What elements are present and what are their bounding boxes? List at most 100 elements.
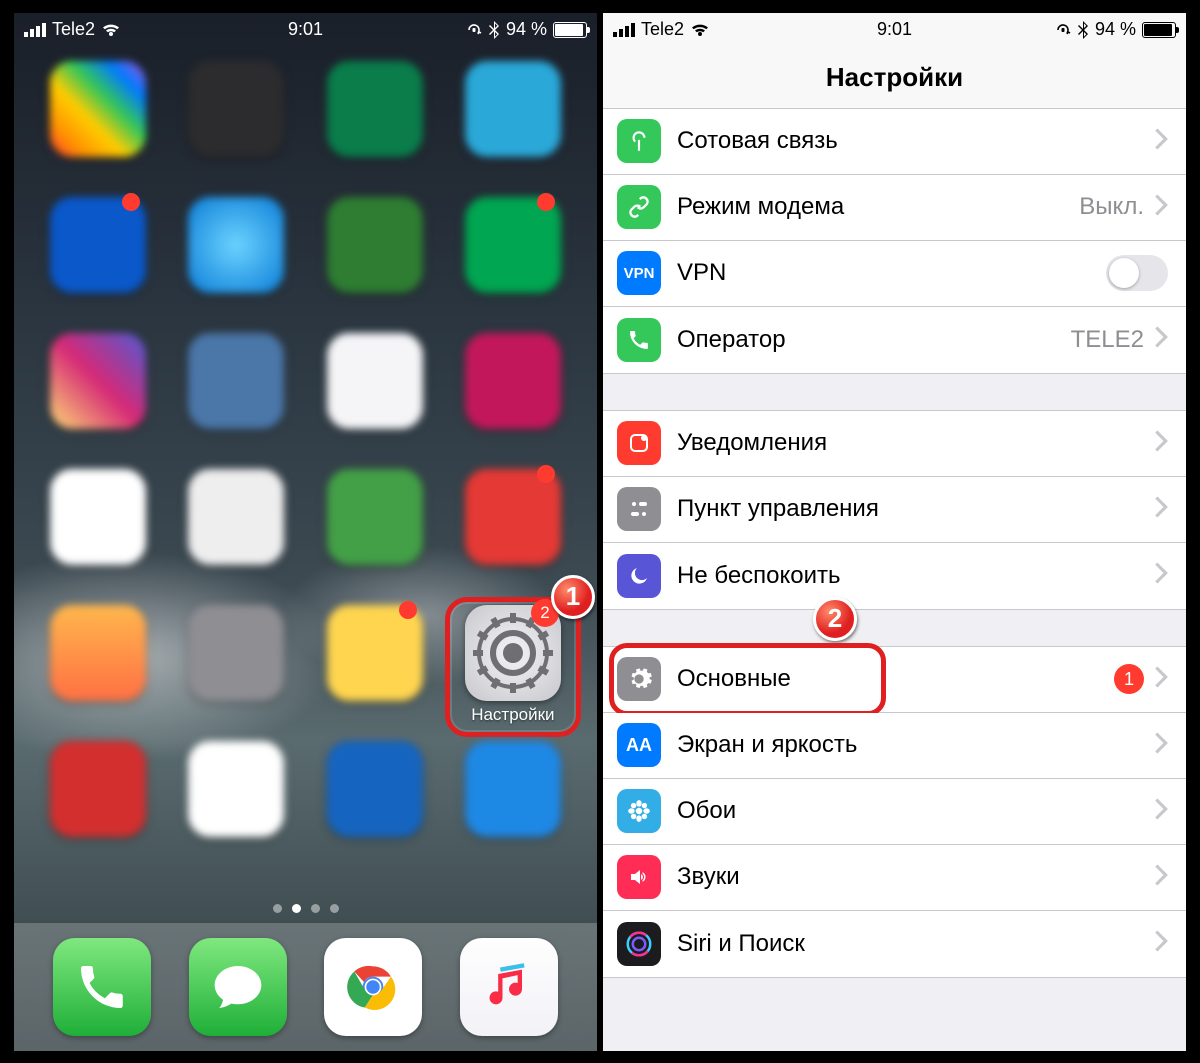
chevron-right-icon — [1154, 430, 1168, 457]
row-cellular[interactable]: Сотовая связь — [603, 109, 1186, 175]
carrier-label: Tele2 — [641, 19, 684, 40]
chevron-right-icon — [1154, 666, 1168, 693]
clock: 9:01 — [877, 19, 912, 40]
app-unknown[interactable] — [176, 469, 296, 605]
app-unknown[interactable] — [315, 333, 435, 469]
bluetooth-icon — [1077, 21, 1089, 39]
clock: 9:01 — [288, 19, 323, 40]
row-label: Siri и Поиск — [677, 930, 1154, 958]
row-display[interactable]: AA Экран и яркость — [603, 713, 1186, 779]
settings-app[interactable]: 2 Настройки 1 — [453, 605, 573, 741]
siri-icon — [617, 922, 661, 966]
row-label: Звуки — [677, 863, 1154, 891]
home-app-grid: 2 Настройки 1 — [14, 47, 597, 898]
app-unknown[interactable] — [38, 469, 158, 605]
orientation-lock-icon — [466, 22, 482, 38]
signal-icon — [613, 23, 635, 37]
app-unknown[interactable] — [453, 197, 573, 333]
app-unknown[interactable] — [38, 333, 158, 469]
row-siri[interactable]: Siri и Поиск — [603, 911, 1186, 977]
row-value: Выкл. — [1079, 193, 1144, 221]
signal-icon — [24, 23, 46, 37]
app-unknown[interactable] — [453, 741, 573, 877]
row-label: Не беспокоить — [677, 562, 1154, 590]
row-label: Пункт управления — [677, 495, 1154, 523]
app-unknown[interactable] — [176, 741, 296, 877]
antenna-icon — [617, 119, 661, 163]
row-label: Обои — [677, 797, 1154, 825]
app-unknown[interactable] — [38, 741, 158, 877]
music-app[interactable] — [460, 938, 558, 1036]
row-label: Основные — [677, 665, 1114, 693]
app-unknown[interactable] — [453, 61, 573, 197]
chrome-app[interactable] — [324, 938, 422, 1036]
bluetooth-icon — [488, 21, 500, 39]
phone-icon — [74, 959, 130, 1015]
row-label: Уведомления — [677, 429, 1154, 457]
row-dnd[interactable]: Не беспокоить — [603, 543, 1186, 609]
gear-icon — [617, 657, 661, 701]
chevron-right-icon — [1154, 496, 1168, 523]
app-unknown[interactable] — [315, 605, 435, 741]
wifi-icon — [690, 22, 710, 38]
settings-group-network: Сотовая связь Режим модема Выкл. VPN VPN — [603, 109, 1186, 374]
row-badge: 1 — [1114, 664, 1144, 694]
badge-icon — [537, 193, 555, 211]
settings-group-alerts: Уведомления Пункт управления Не беспокои… — [603, 410, 1186, 610]
control-center-icon — [617, 487, 661, 531]
row-label: Режим модема — [677, 193, 1079, 221]
app-unknown[interactable] — [315, 469, 435, 605]
battery-icon — [1142, 22, 1176, 38]
settings-group-general: 2 Основные 1 AA Экран и яркость — [603, 646, 1186, 978]
chevron-right-icon — [1154, 864, 1168, 891]
speaker-icon — [617, 855, 661, 899]
row-value: TELE2 — [1071, 326, 1144, 354]
row-vpn[interactable]: VPN VPN — [603, 241, 1186, 307]
row-wallpaper[interactable]: Обои — [603, 779, 1186, 845]
row-label: Сотовая связь — [677, 127, 1154, 155]
row-carrier[interactable]: Оператор TELE2 — [603, 307, 1186, 373]
app-unknown[interactable] — [315, 741, 435, 877]
phone-icon — [617, 318, 661, 362]
chevron-right-icon — [1154, 732, 1168, 759]
screenshot-composite: Tele2 9:01 94 % — [10, 9, 1190, 1055]
settings-title: Настройки — [603, 47, 1186, 109]
badge-icon — [122, 193, 140, 211]
app-unknown[interactable] — [315, 197, 435, 333]
messages-app[interactable] — [189, 938, 287, 1036]
row-general[interactable]: Основные 1 — [603, 647, 1186, 713]
battery-pct: 94 % — [1095, 19, 1136, 40]
badge-icon — [399, 601, 417, 619]
flower-icon — [617, 789, 661, 833]
row-control-center[interactable]: Пункт управления — [603, 477, 1186, 543]
app-unknown[interactable] — [176, 333, 296, 469]
battery-pct: 94 % — [506, 19, 547, 40]
app-unknown[interactable] — [38, 61, 158, 197]
row-sounds[interactable]: Звуки — [603, 845, 1186, 911]
row-hotspot[interactable]: Режим модема Выкл. — [603, 175, 1186, 241]
orientation-lock-icon — [1055, 22, 1071, 38]
app-unknown[interactable] — [176, 197, 296, 333]
vpn-toggle[interactable] — [1106, 255, 1168, 291]
badge-icon — [537, 465, 555, 483]
app-unknown[interactable] — [176, 605, 296, 741]
row-label: Экран и яркость — [677, 731, 1154, 759]
app-unknown[interactable] — [453, 333, 573, 469]
chevron-right-icon — [1154, 930, 1168, 957]
phone-app[interactable] — [53, 938, 151, 1036]
callout-1: 1 — [551, 575, 595, 619]
settings-list[interactable]: Сотовая связь Режим модема Выкл. VPN VPN — [603, 109, 1186, 1051]
app-unknown[interactable] — [176, 61, 296, 197]
app-unknown[interactable] — [38, 605, 158, 741]
page-indicator[interactable] — [14, 898, 597, 923]
carrier-label: Tele2 — [52, 19, 95, 40]
message-icon — [210, 959, 266, 1015]
vpn-icon: VPN — [617, 251, 661, 295]
chevron-right-icon — [1154, 326, 1168, 353]
app-unknown[interactable] — [315, 61, 435, 197]
chevron-right-icon — [1154, 194, 1168, 221]
row-label: VPN — [677, 259, 1106, 287]
row-notifications[interactable]: Уведомления — [603, 411, 1186, 477]
phone-home-screen: Tele2 9:01 94 % — [14, 13, 597, 1051]
app-unknown[interactable] — [38, 197, 158, 333]
